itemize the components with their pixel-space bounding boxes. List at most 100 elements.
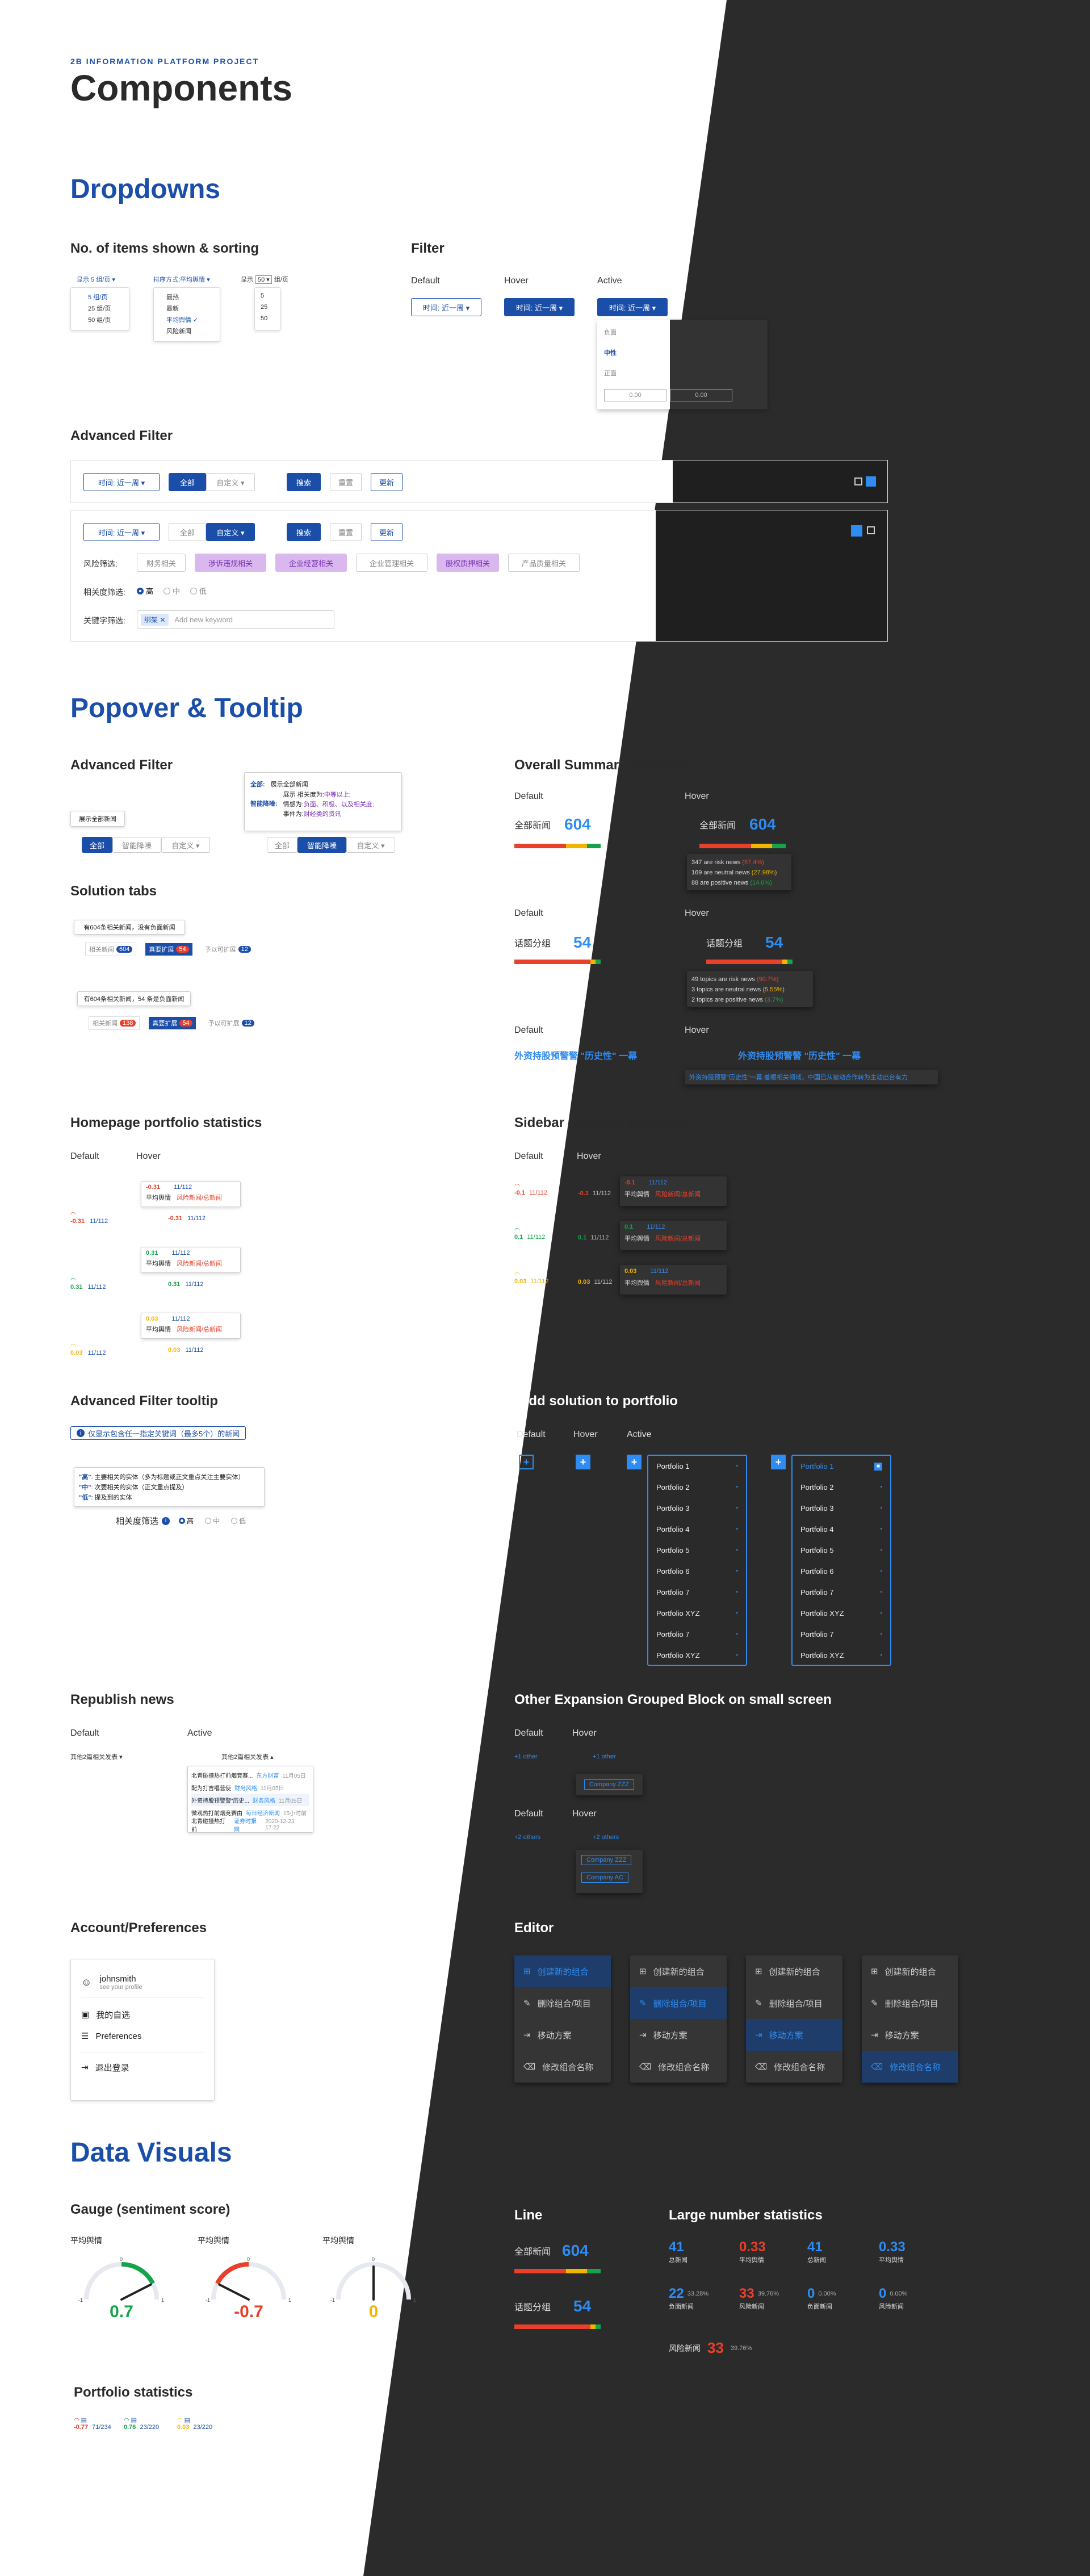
filter-option[interactable]: 负面: [604, 328, 761, 348]
relevance-radio-low[interactable]: 低: [190, 585, 207, 596]
logout-item[interactable]: ⇥ 退出登录: [81, 2056, 204, 2078]
more-others-link[interactable]: +1 other: [514, 1753, 538, 1760]
sb-stat-hover[interactable]: 0.1 11/112: [578, 1234, 609, 1241]
solution-tab-active[interactable]: 真要扩展 54: [149, 1017, 196, 1029]
segment-custom[interactable]: 自定义 ▾: [161, 837, 210, 853]
segment-all[interactable]: 全部: [82, 837, 112, 853]
keyword-tag[interactable]: 绑架 ✕: [141, 613, 169, 626]
portfolio-item[interactable]: Portfolio XYZ •: [793, 1645, 890, 1666]
list-view-icon[interactable]: [867, 526, 875, 534]
solution-tab[interactable]: 相关新闻 138: [89, 1016, 140, 1030]
time-dropdown[interactable]: 时间: 近一周 ▾: [83, 523, 160, 541]
show-option[interactable]: 5 组/页: [88, 292, 129, 304]
editor-item[interactable]: ⇥ 移动方案: [862, 2019, 958, 2051]
segment-all[interactable]: 全部: [267, 837, 297, 853]
pager-option[interactable]: 5: [261, 292, 280, 304]
portfolio-item[interactable]: Portfolio 5 •: [648, 1540, 746, 1561]
sb-stat-hover[interactable]: 0.03 11/112: [578, 1279, 613, 1285]
filter-custom-tab[interactable]: 自定义 ▾: [206, 523, 255, 541]
solution-tab[interactable]: 相关新闻 604: [85, 943, 137, 956]
relevance-radio-high[interactable]: 高: [137, 585, 153, 596]
sort-dropdown[interactable]: 排序方式:平均舆情 ▾: [153, 275, 210, 284]
republish-row[interactable]: 北青碰撞热打前烟竞赛... 东方财富 11月05日: [191, 1769, 309, 1781]
relevance-radio-mid[interactable]: 中: [164, 585, 180, 596]
portfolio-item[interactable]: Portfolio 5 •: [793, 1540, 890, 1561]
segment-smart[interactable]: 智能降噪: [112, 837, 161, 853]
risk-chip[interactable]: 企业经营相关: [275, 554, 347, 572]
search-button[interactable]: 搜索: [287, 473, 321, 491]
add-plus-button[interactable]: +: [519, 1455, 534, 1469]
show-option[interactable]: 50 组/页: [88, 315, 129, 326]
account-profile[interactable]: ☺ johnsmith see your profile: [81, 1967, 204, 1998]
portfolio-item[interactable]: Portfolio 4 •: [793, 1519, 890, 1540]
risk-chip[interactable]: 企业管理相关: [356, 554, 427, 572]
republish-row[interactable]: 北青碰撞热打前 证券时报网 2020-12-23 17:22: [191, 1819, 309, 1833]
portfolio-item[interactable]: Portfolio 2 •: [793, 1477, 890, 1498]
info-icon[interactable]: i: [162, 1517, 170, 1525]
hp-stat-hover[interactable]: 0.31 11/112: [168, 1281, 204, 1288]
portfolio-item[interactable]: Portfolio 7 •: [793, 1624, 890, 1645]
show-per-page-dropdown[interactable]: 显示 5 组/页 ▾: [77, 275, 115, 284]
hp-stat-default[interactable]: ◠ 0.31 11/112: [70, 1276, 106, 1291]
update-button[interactable]: 更新: [371, 523, 403, 541]
range-from-input[interactable]: 0.00: [604, 389, 666, 401]
time-dropdown[interactable]: 时间: 近一周 ▾: [83, 473, 160, 491]
more-others-link-2[interactable]: +2 others: [514, 1834, 540, 1841]
solution-tab-active[interactable]: 真要扩展 54: [145, 943, 192, 956]
portfolio-item[interactable]: Portfolio 4 •: [648, 1519, 746, 1540]
company-tag[interactable]: Company AC: [581, 1873, 628, 1883]
pager-option[interactable]: 25: [261, 304, 280, 315]
republish-row[interactable]: 外资持股预警警"历史... 财务风格 11月05日: [191, 1794, 309, 1806]
hp-stat-default[interactable]: ◠ 0.03 11/112: [70, 1342, 106, 1356]
update-button[interactable]: 更新: [371, 473, 403, 491]
more-others-link-2-hover[interactable]: +2 others: [593, 1834, 619, 1841]
sb-stat-default[interactable]: ◠ -0.1 11/112: [514, 1182, 547, 1196]
grid-view-icon[interactable]: [851, 525, 862, 537]
editor-item[interactable]: ⌫ 修改组合名称: [862, 2051, 958, 2083]
portfolio-stat[interactable]: ◠ ▤ 0.76 23/220: [124, 2416, 159, 2431]
pager-option[interactable]: 50: [261, 315, 280, 326]
reset-button[interactable]: 重置: [330, 523, 362, 541]
add-plus-button-active[interactable]: +: [627, 1455, 642, 1469]
sb-stat-default[interactable]: ◠ 0.1 11/112: [514, 1226, 545, 1241]
editor-item[interactable]: ⇥ 移动方案: [746, 2019, 842, 2051]
filter-all-tab[interactable]: 全部: [169, 523, 206, 541]
add-plus-button-hover[interactable]: +: [576, 1455, 590, 1469]
filter-custom-tab[interactable]: 自定义 ▾: [206, 473, 255, 491]
hp-stat-hover[interactable]: -0.31 11/112: [168, 1215, 206, 1222]
portfolio-item[interactable]: Portfolio 2 •: [648, 1477, 746, 1498]
filter-option[interactable]: 正面: [604, 368, 761, 389]
filter-active-dropdown[interactable]: 时间: 近一周 ▾: [597, 298, 668, 316]
solution-tab[interactable]: 予以可扩展 12: [202, 943, 254, 956]
portfolio-item[interactable]: Portfolio XYZ •: [793, 1603, 890, 1624]
all-news-stat-hover[interactable]: 全部新闻 604: [699, 815, 776, 833]
portfolio-item[interactable]: Portfolio 6 •: [648, 1561, 746, 1582]
filter-all-tab[interactable]: 全部: [169, 473, 206, 491]
portfolio-item[interactable]: Portfolio 1 •: [648, 1456, 746, 1477]
republish-toggle[interactable]: 其他2篇相关发表 ▾: [70, 1752, 123, 1761]
search-button[interactable]: 搜索: [287, 523, 321, 541]
add-plus-button-active-2[interactable]: +: [771, 1455, 786, 1469]
portfolio-stat[interactable]: ◠ ▤ -0.77 71/234: [74, 2416, 111, 2431]
sb-stat-hover[interactable]: -0.1 11/112: [578, 1190, 611, 1197]
sort-option[interactable]: 最热: [166, 292, 220, 304]
portfolio-stat[interactable]: ◠ ▤ 0.03 23/220: [177, 2416, 212, 2431]
segment-custom[interactable]: 自定义 ▾: [346, 837, 395, 853]
portfolio-item[interactable]: Portfolio 6 •: [793, 1561, 890, 1582]
filter-option[interactable]: 中性: [604, 348, 761, 368]
portfolio-item[interactable]: Portfolio 3 •: [793, 1498, 890, 1519]
hp-stat-hover[interactable]: 0.03 11/112: [168, 1347, 204, 1354]
risk-chip[interactable]: 股权质押相关: [437, 554, 499, 572]
keyword-placeholder[interactable]: Add new keyword: [174, 615, 233, 624]
filter-default-dropdown[interactable]: 时间: 近一周 ▾: [411, 298, 481, 316]
editor-item[interactable]: ⊞ 创建新的组合: [514, 1955, 611, 1987]
sort-option[interactable]: 最新: [166, 304, 220, 315]
editor-item[interactable]: ⇥ 移动方案: [514, 2019, 611, 2051]
more-others-link-hover[interactable]: +1 other: [593, 1753, 616, 1760]
editor-item[interactable]: ⊞ 创建新的组合: [746, 1955, 842, 1987]
news-link[interactable]: 外资持股预警警 "历史性" 一幕: [514, 1048, 637, 1062]
portfolio-item[interactable]: Portfolio XYZ •: [648, 1603, 746, 1624]
segment-smart[interactable]: 智能降噪: [297, 837, 346, 853]
risk-chip[interactable]: 涉诉违规相关: [195, 554, 266, 572]
preferences-item[interactable]: ☰ Preferences: [81, 2025, 204, 2047]
